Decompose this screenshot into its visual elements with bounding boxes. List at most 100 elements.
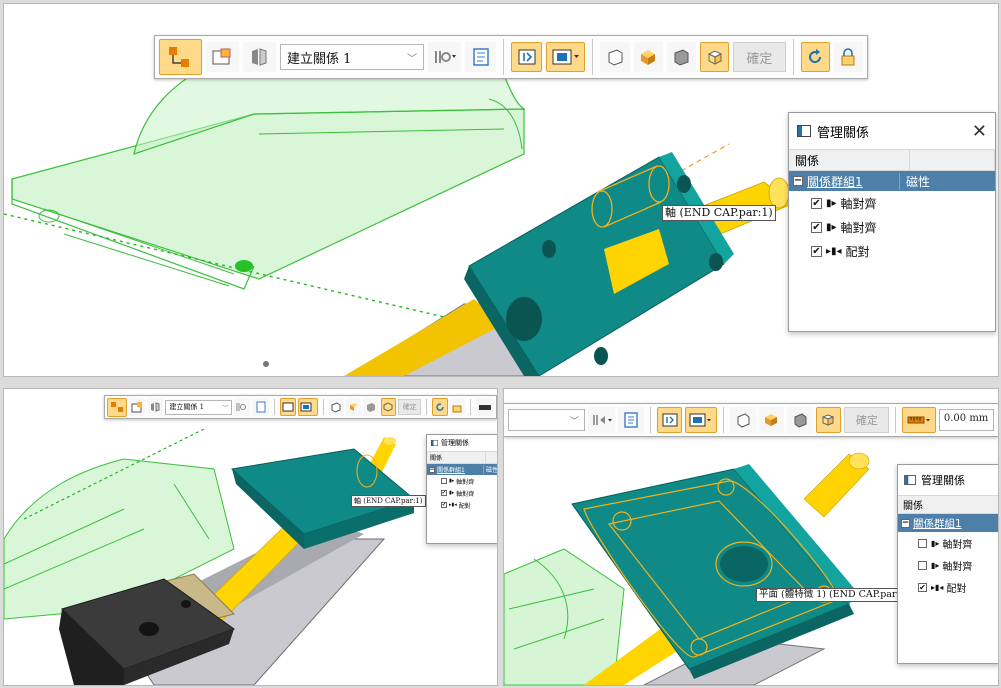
toolbar-separator	[649, 407, 651, 433]
part-view-button-1[interactable]	[328, 398, 344, 416]
step-one-button[interactable]	[279, 398, 296, 416]
relationship-item[interactable]: ✔ ▮▸ 軸對齊	[789, 215, 995, 239]
viewport-bottom-right[interactable]: ﹀ 確定 0.00 mm 平面 (體特徵 1) (END CAP.par:1) …	[503, 388, 999, 686]
list-button[interactable]	[618, 407, 644, 433]
manage-relationships-panel: 管理關係 ✕ 關係 − 關係群組1 磁性 ✔ ▮▸ 軸對齊 ✔ ▮▸ 軸對齊 ✔…	[788, 112, 996, 332]
flip-button[interactable]	[242, 42, 276, 72]
part-view-button-2[interactable]	[345, 398, 362, 416]
measure-icon	[479, 405, 492, 410]
relationship-item[interactable]: ✔ ▸▮◂ 配對	[898, 576, 998, 598]
part-view-button-2[interactable]	[758, 407, 785, 433]
part-view-button-4[interactable]	[380, 398, 397, 416]
part-view-button-3[interactable]	[787, 407, 813, 433]
panel-title-bar: 管理關係	[898, 465, 998, 495]
next-toolbar-button[interactable]	[476, 398, 495, 416]
relationship-icon	[110, 402, 123, 412]
measure-button[interactable]	[902, 407, 936, 433]
assembly-relationship-button[interactable]	[159, 39, 202, 75]
relationship-item[interactable]: ▮▸ 軸對齊	[898, 554, 998, 576]
relationship-combo[interactable]: 建立關係 1 ﹀	[165, 399, 233, 415]
axial-align-icon: ▮▸	[931, 538, 940, 548]
collapse-minus-icon[interactable]: −	[793, 176, 803, 186]
offset-input[interactable]: 0.00 mm	[938, 409, 995, 431]
relationship-group-row[interactable]: − 關係群組1	[898, 514, 998, 532]
step-two-icon	[689, 413, 712, 427]
viewport-bottom-left[interactable]: 建立關係 1 ﹀ 確定 軸 (END CAP.par:1) 管理關係 關係 − …	[3, 388, 498, 686]
offset-value: 0.00 mm	[943, 413, 989, 424]
step-two-button[interactable]	[685, 407, 717, 433]
options-button[interactable]	[128, 398, 146, 416]
ok-button[interactable]: 確定	[398, 399, 422, 415]
part-view-button-3[interactable]	[363, 398, 379, 416]
part-shaded-icon	[641, 50, 656, 65]
relationship-combo[interactable]: 建立關係 1 ﹀	[279, 44, 425, 70]
item-label: 軸對齊	[942, 561, 973, 573]
step-one-button[interactable]	[511, 42, 543, 72]
relationship-type-button[interactable]	[234, 398, 251, 416]
relationship-combo-value: 建立關係 1	[169, 403, 205, 411]
relationship-item[interactable]: ✔ ▮▸ 軸對齊	[427, 487, 497, 499]
item-checkbox-checked[interactable]: ✔	[811, 245, 822, 257]
lock-icon	[841, 48, 855, 66]
assembly-scene-bottom-left[interactable]	[4, 389, 497, 685]
part-view-button-4[interactable]	[815, 407, 842, 433]
step-two-button[interactable]	[297, 398, 318, 416]
column-header: 關係	[789, 149, 995, 171]
step-one-icon	[282, 402, 294, 412]
toolbar-separator	[322, 399, 324, 415]
item-checkbox-checked[interactable]: ✔	[811, 197, 822, 209]
item-checkbox-checked[interactable]: ✔	[811, 221, 822, 233]
ok-button[interactable]: 確定	[844, 407, 890, 433]
flip-button[interactable]	[147, 398, 164, 416]
step-one-button[interactable]	[656, 407, 683, 433]
item-checkbox-checked[interactable]: ✔	[441, 490, 447, 496]
teal-end-cap-part	[464, 152, 734, 376]
relationship-item[interactable]: ▮▸ 軸對齊	[427, 475, 497, 487]
item-checkbox-unchecked[interactable]	[441, 478, 447, 484]
viewport-top[interactable]: 建立關係 1 ﹀ 確定 軸 (END CAP.par:1) 管理關係 ✕ 關係 …	[3, 3, 999, 377]
relationship-item[interactable]: ✔ ▸▮◂ 配對	[427, 499, 497, 511]
item-checkbox-checked[interactable]: ✔	[918, 582, 927, 592]
axis-tooltip: 軸 (END CAP.par:1)	[351, 495, 426, 507]
item-checkbox-checked[interactable]: ✔	[441, 502, 447, 508]
item-checkbox-unchecked[interactable]	[918, 538, 927, 548]
relationship-combo[interactable]: ﹀	[508, 409, 585, 431]
part-hidden-icon	[367, 403, 376, 412]
relationship-item[interactable]: ✔ ▸▮◂ 配對	[789, 239, 995, 263]
list-button[interactable]	[252, 398, 269, 416]
part-active-icon	[707, 50, 722, 65]
toolbar-separator	[895, 407, 897, 433]
collapse-minus-icon[interactable]: −	[901, 518, 910, 528]
item-checkbox-unchecked[interactable]	[918, 560, 927, 570]
part-view-button-4[interactable]	[699, 42, 730, 72]
relationship-item[interactable]: ▮▸ 軸對齊	[898, 532, 998, 554]
toolbar-separator	[470, 399, 472, 415]
column-header: 關係	[427, 451, 497, 464]
list-icon	[624, 412, 638, 428]
ok-button[interactable]: 確定	[733, 42, 786, 72]
list-button[interactable]	[465, 42, 497, 72]
relationship-group-row[interactable]: − 關係群組1 磁性	[789, 171, 995, 191]
lock-button[interactable]	[449, 398, 466, 416]
part-view-button-2[interactable]	[633, 42, 663, 72]
lock-button[interactable]	[833, 42, 864, 72]
reset-button[interactable]	[432, 398, 448, 416]
relationship-item[interactable]: ✔ ▮▸ 軸對齊	[789, 191, 995, 215]
toolbar-separator	[792, 39, 794, 75]
close-icon[interactable]: ✕	[972, 121, 987, 142]
reset-button[interactable]	[800, 42, 830, 72]
item-label: 軸對齊	[840, 220, 877, 235]
step-two-button[interactable]	[546, 42, 586, 72]
panel-icon	[431, 440, 438, 446]
part-view-button-1[interactable]	[600, 42, 630, 72]
panel-icon	[797, 125, 811, 137]
options-button[interactable]	[205, 42, 239, 72]
relationship-type-button[interactable]	[428, 42, 462, 72]
part-view-button-1[interactable]	[729, 407, 756, 433]
relationship-group-row[interactable]: − 關係群組1 磁性	[427, 464, 497, 475]
assembly-relationship-button[interactable]	[107, 397, 127, 417]
relationship-type-button[interactable]	[587, 407, 616, 433]
collapse-minus-icon[interactable]: −	[429, 466, 435, 473]
part-view-button-3[interactable]	[666, 42, 696, 72]
rotate-icon	[436, 403, 444, 411]
